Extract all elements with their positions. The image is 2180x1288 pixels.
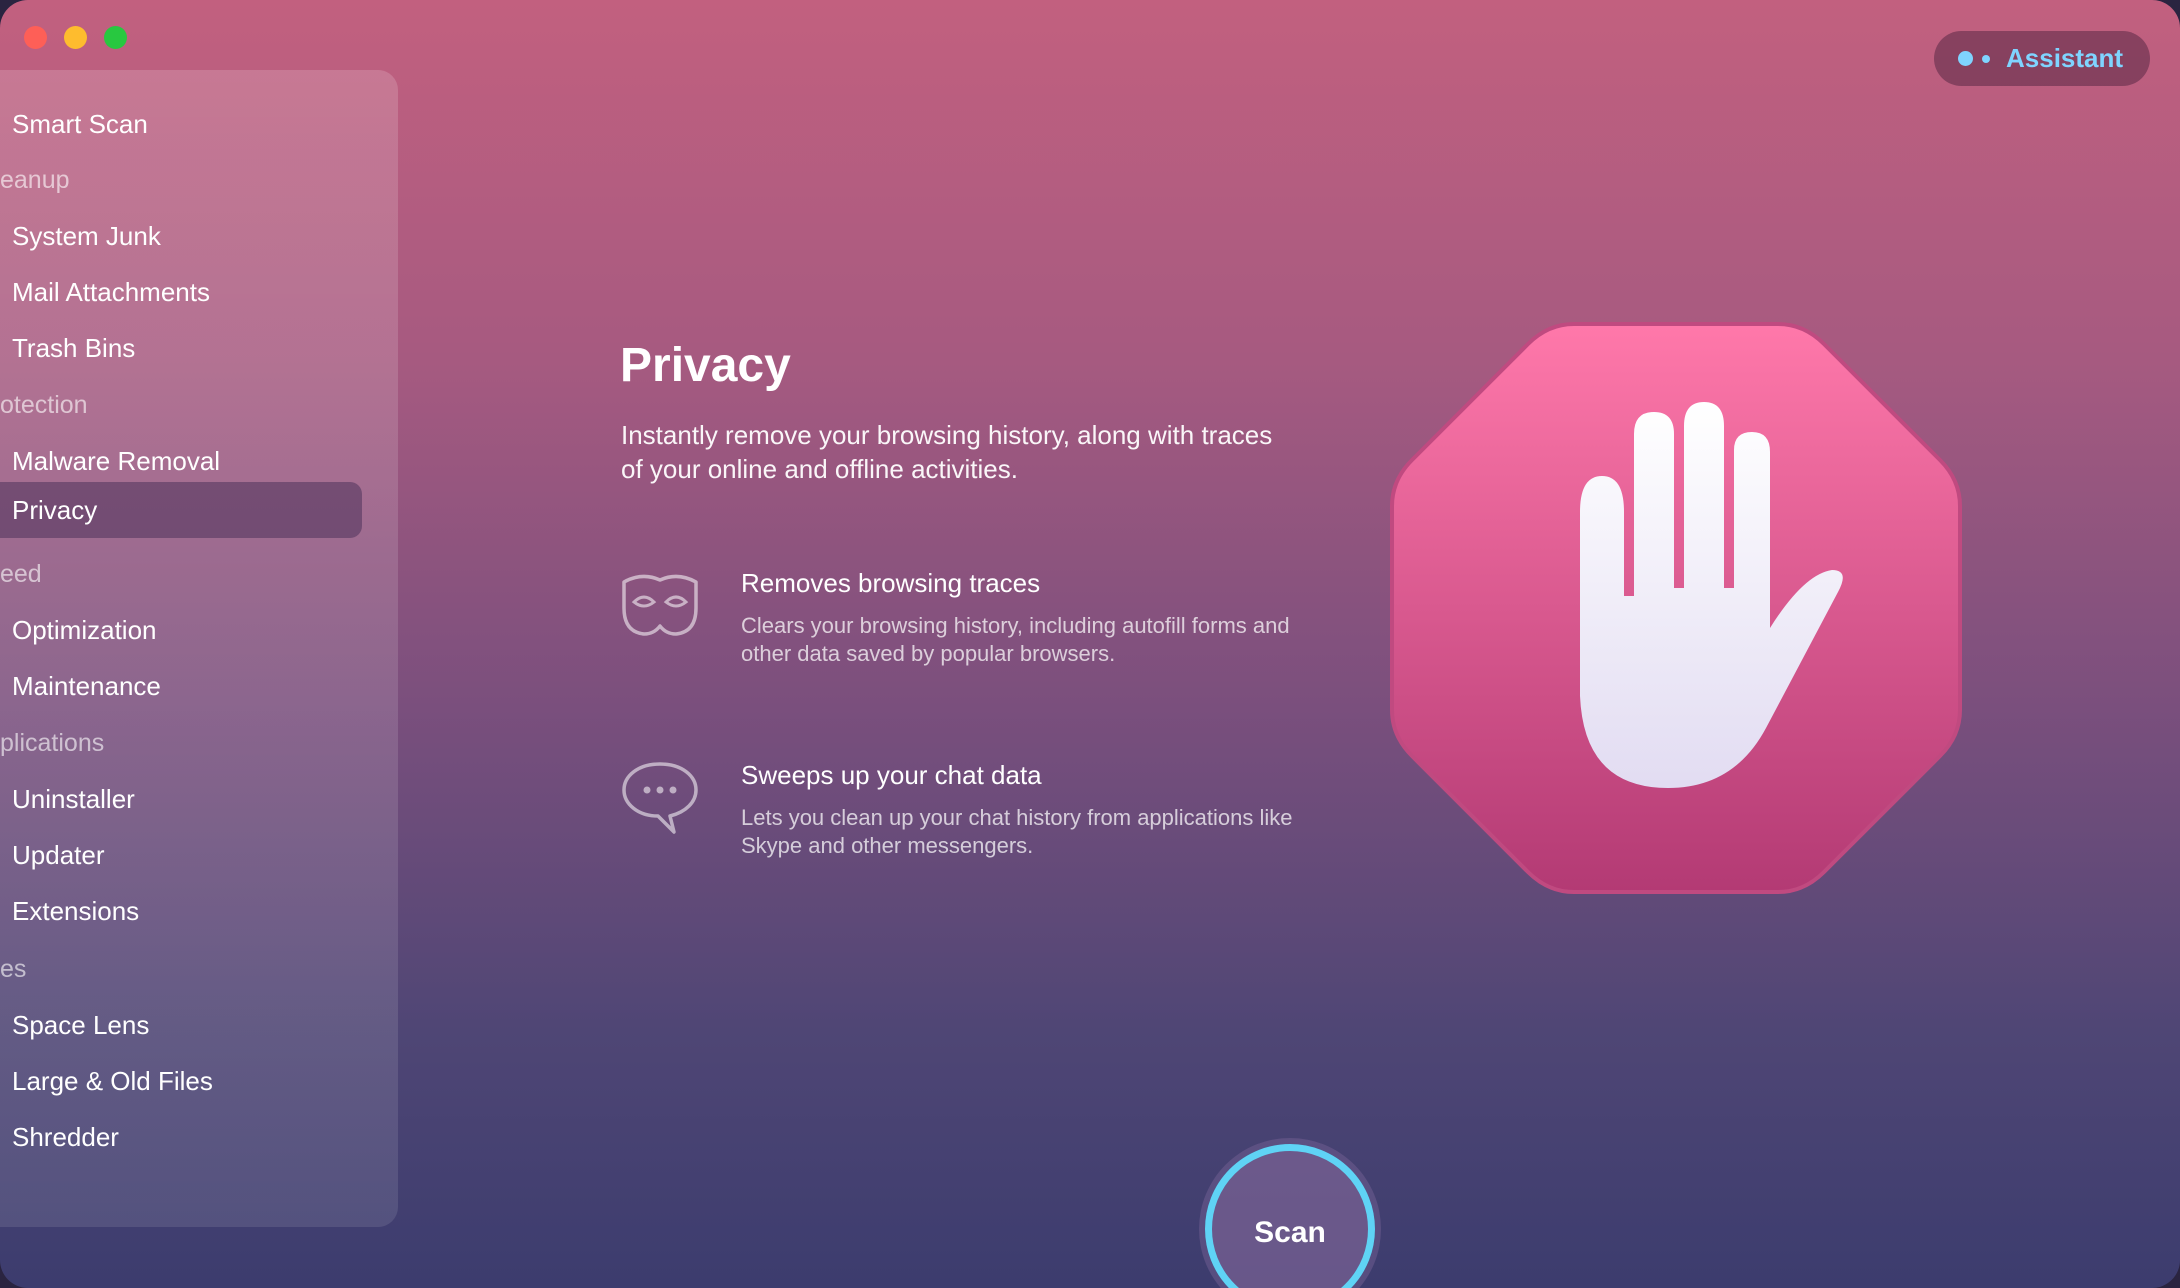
window-controls bbox=[24, 26, 127, 49]
assistant-dots-icon bbox=[1958, 51, 1990, 66]
sidebar-item-label: Trash Bins bbox=[12, 332, 136, 363]
trash-bins-icon bbox=[0, 334, 8, 360]
sidebar-section-files: es bbox=[0, 955, 27, 983]
sidebar-item-label: Smart Scan bbox=[12, 108, 148, 139]
sidebar-item-shredder[interactable]: Shredder bbox=[0, 1109, 362, 1165]
sidebar-item-label: Mail Attachments bbox=[12, 276, 210, 307]
sidebar-item-label: Shredder bbox=[12, 1121, 119, 1152]
stop-hand-icon bbox=[1390, 322, 1962, 894]
sidebar-item-trash-bins[interactable]: Trash Bins bbox=[0, 320, 362, 376]
sidebar-item-uninstaller[interactable]: Uninstaller bbox=[0, 771, 362, 827]
sidebar-item-large-old-files[interactable]: Large & Old Files bbox=[0, 1053, 362, 1109]
shredder-icon bbox=[0, 1123, 8, 1149]
large-old-files-icon bbox=[0, 1067, 8, 1093]
sidebar-item-label: Large & Old Files bbox=[12, 1065, 213, 1096]
sidebar-item-maintenance[interactable]: Maintenance bbox=[0, 658, 362, 714]
sidebar-item-label: Optimization bbox=[12, 614, 157, 645]
sidebar-item-space-lens[interactable]: Space Lens bbox=[0, 997, 362, 1053]
sidebar-item-label: System Junk bbox=[12, 220, 161, 251]
extensions-icon bbox=[0, 897, 8, 923]
page-title: Privacy bbox=[620, 339, 791, 392]
sidebar-item-optimization[interactable]: Optimization bbox=[0, 602, 362, 658]
space-lens-icon bbox=[0, 1011, 8, 1037]
sidebar-item-privacy[interactable]: Privacy bbox=[0, 482, 362, 538]
smart-scan-icon bbox=[0, 110, 8, 136]
app-window: Assistant Smart Scan eanup System Junk M… bbox=[0, 0, 2180, 1288]
optimization-icon bbox=[0, 616, 8, 642]
updater-icon bbox=[0, 841, 8, 867]
sidebar-section-cleanup: eanup bbox=[0, 166, 70, 194]
sidebar-section-applications: plications bbox=[0, 729, 105, 757]
assistant-label: Assistant bbox=[2006, 43, 2124, 73]
sidebar-item-extensions[interactable]: Extensions bbox=[0, 883, 362, 939]
sidebar-item-label: Updater bbox=[12, 839, 105, 870]
sidebar-section-speed: eed bbox=[0, 560, 42, 588]
sidebar-item-malware-removal[interactable]: Malware Removal bbox=[0, 433, 362, 489]
malware-removal-icon bbox=[0, 447, 8, 473]
sidebar-item-mail-attachments[interactable]: Mail Attachments bbox=[0, 264, 362, 320]
system-junk-icon bbox=[0, 222, 8, 248]
chat-bubble-icon bbox=[622, 762, 698, 834]
privacy-icon bbox=[0, 496, 8, 522]
feature-title: Sweeps up your chat data bbox=[741, 760, 1042, 790]
sidebar-item-label: Uninstaller bbox=[12, 783, 135, 814]
sidebar-item-smart-scan[interactable]: Smart Scan bbox=[0, 96, 362, 152]
maintenance-icon bbox=[0, 672, 8, 698]
mask-icon bbox=[622, 574, 698, 636]
uninstaller-icon bbox=[0, 785, 8, 811]
sidebar-item-label: Malware Removal bbox=[12, 445, 221, 476]
minimize-window-button[interactable] bbox=[64, 26, 87, 49]
sidebar-item-label: Extensions bbox=[12, 895, 140, 926]
sidebar-item-updater[interactable]: Updater bbox=[0, 827, 362, 883]
scan-button[interactable]: Scan bbox=[1205, 1144, 1375, 1288]
page-description: Instantly remove your browsing history, … bbox=[621, 420, 1273, 484]
feature-title: Removes browsing traces bbox=[741, 568, 1041, 598]
zoom-window-button[interactable] bbox=[104, 26, 127, 49]
sidebar-item-label: Maintenance bbox=[12, 670, 161, 701]
close-window-button[interactable] bbox=[24, 26, 47, 49]
assistant-button[interactable]: Assistant bbox=[1934, 31, 2150, 86]
feature-description: Lets you clean up your chat history from… bbox=[741, 805, 1293, 858]
sidebar-item-label: Privacy bbox=[12, 494, 98, 525]
mail-attachments-icon bbox=[0, 278, 8, 304]
feature-description: Clears your browsing history, including … bbox=[741, 613, 1290, 666]
sidebar-item-label: Space Lens bbox=[12, 1009, 150, 1040]
sidebar: Smart Scan eanup System Junk Mail Attach… bbox=[0, 70, 398, 1227]
sidebar-section-protection: otection bbox=[0, 391, 88, 419]
sidebar-item-system-junk[interactable]: System Junk bbox=[0, 208, 362, 264]
